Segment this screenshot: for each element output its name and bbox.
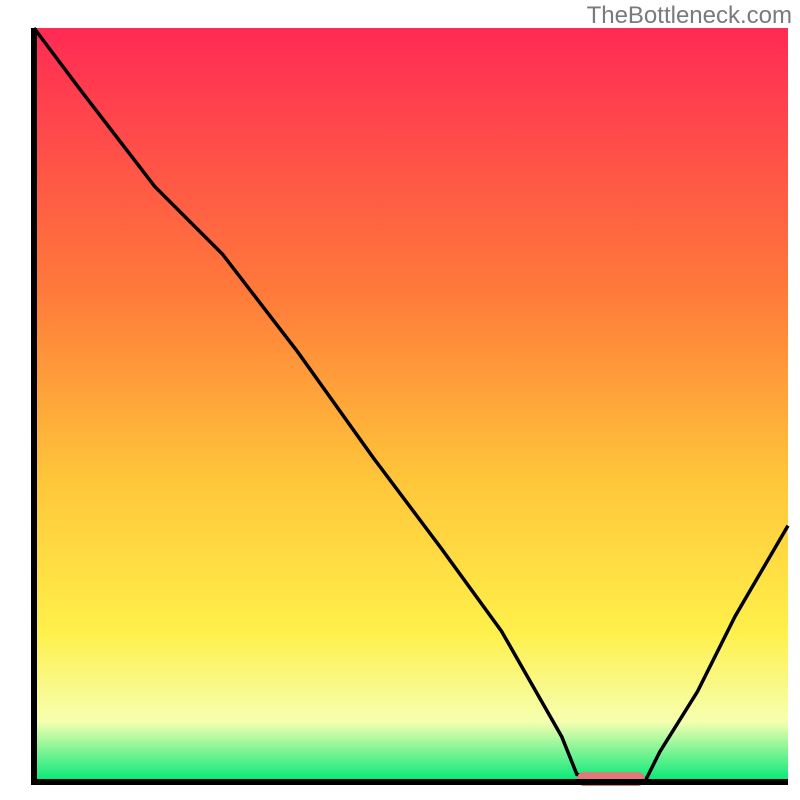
chart-container: TheBottleneck.com [0,0,800,800]
chart-svg [0,0,800,800]
watermark-text: TheBottleneck.com [587,2,792,30]
plot-background [34,28,788,782]
